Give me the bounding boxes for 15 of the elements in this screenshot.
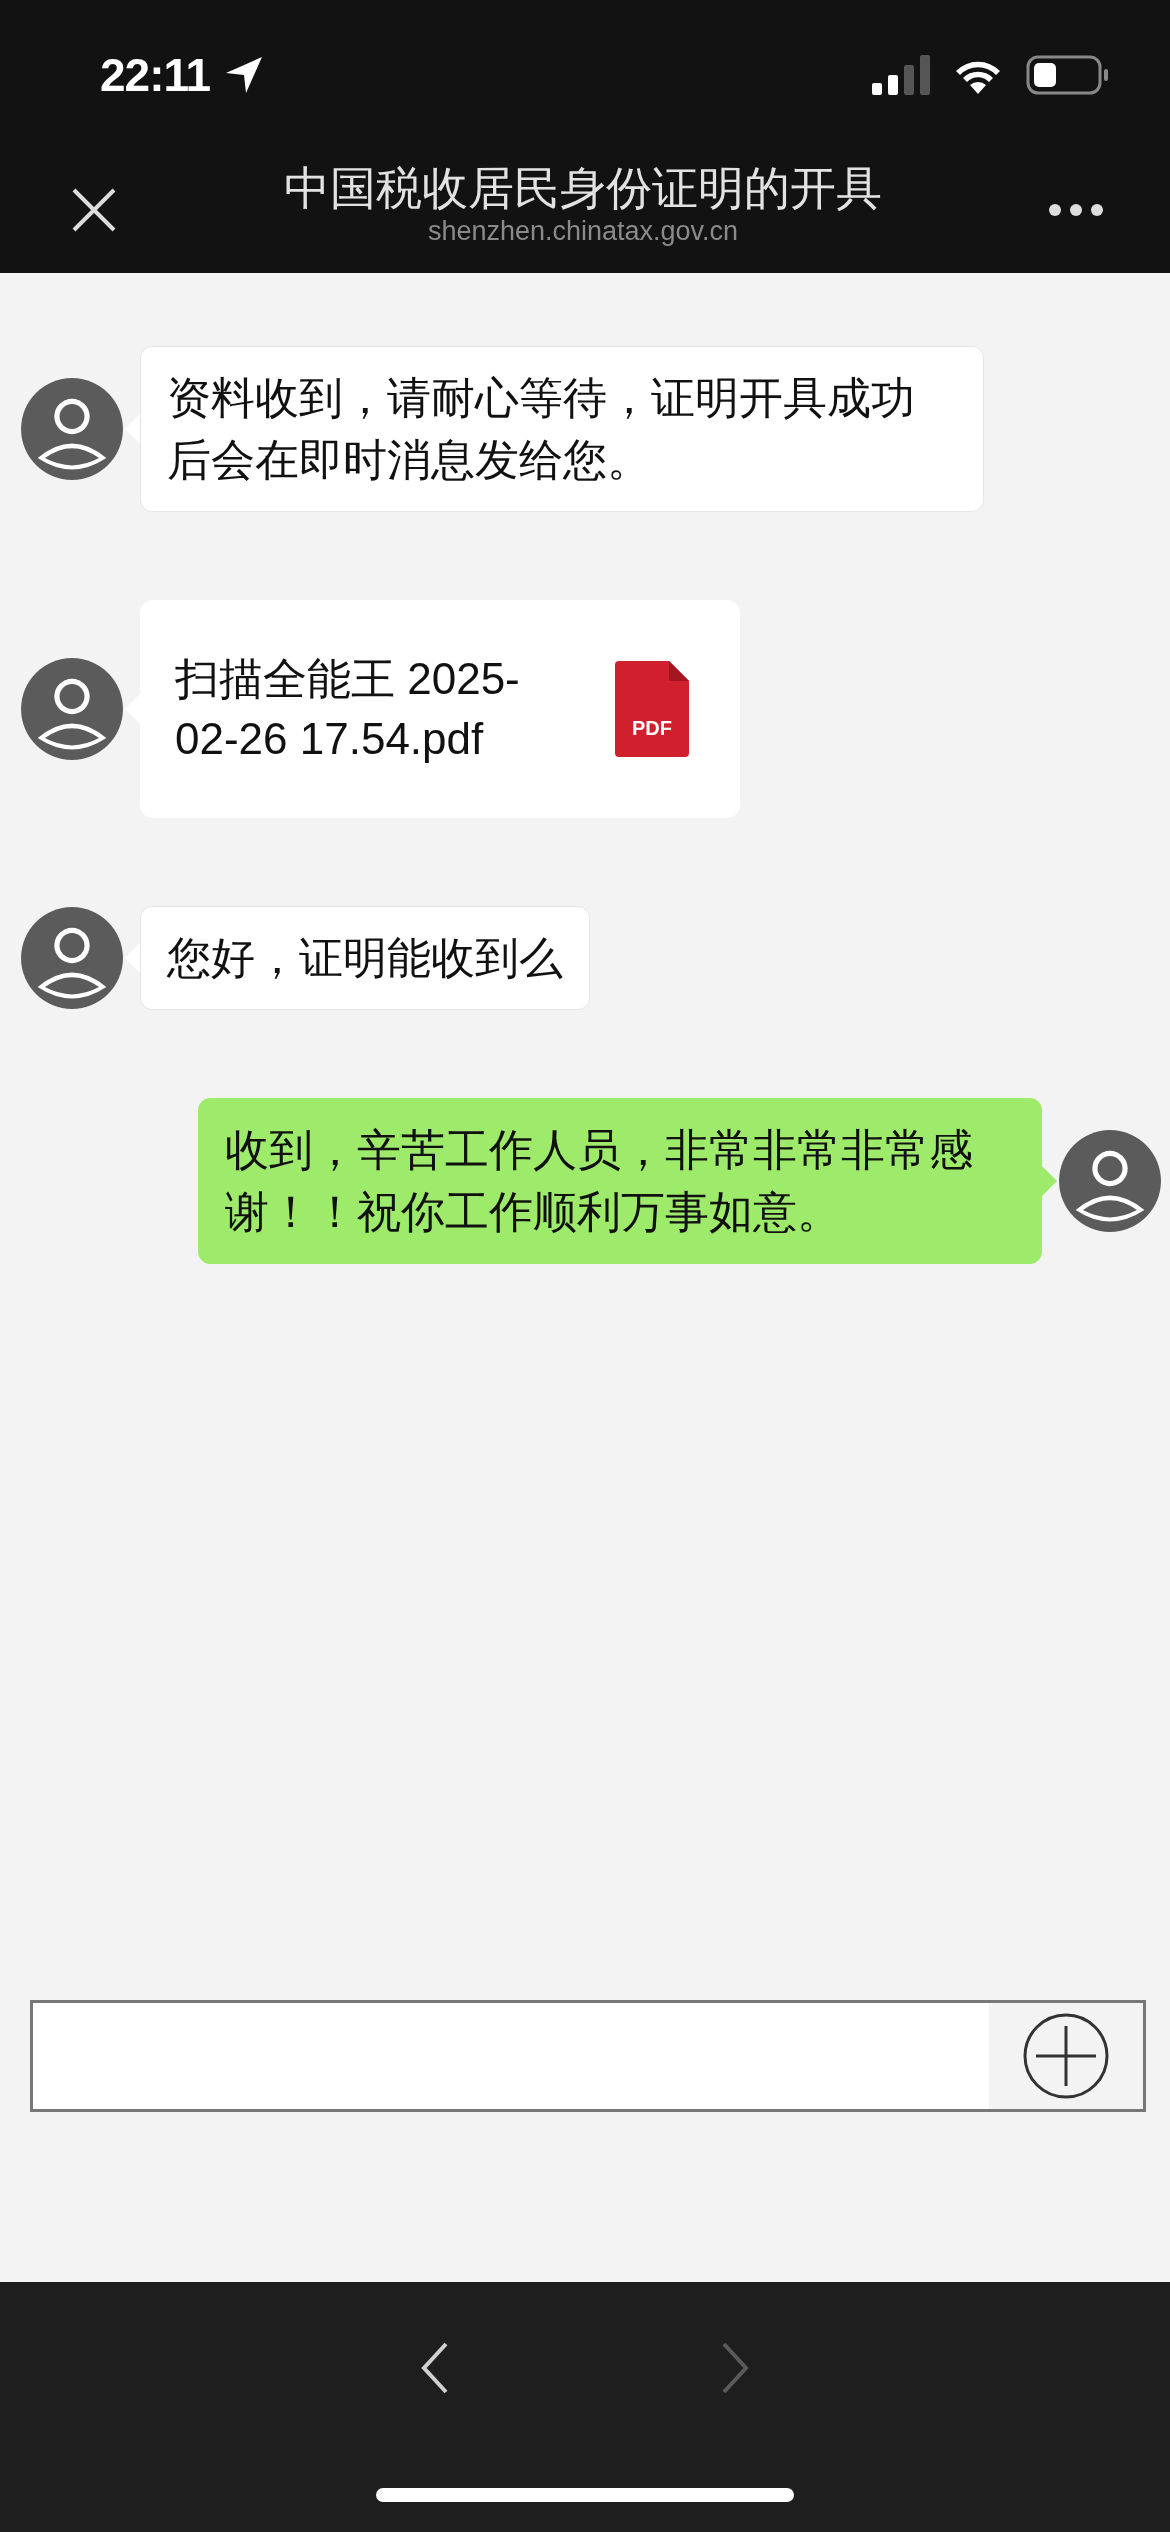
page-title: 中国税收居民身份证明的开具	[284, 160, 882, 216]
avatar-icon	[1058, 1129, 1162, 1233]
add-button[interactable]	[989, 2003, 1143, 2109]
chevron-left-icon[interactable]	[420, 2340, 450, 2396]
pdf-file-icon: PDF	[615, 661, 689, 757]
location-arrow-icon	[224, 55, 265, 95]
status-time: 22:11	[100, 48, 211, 102]
signal-icon	[872, 55, 930, 95]
avatar-icon	[20, 377, 124, 481]
avatar-icon	[20, 906, 124, 1010]
message-input-field[interactable]	[30, 2000, 1146, 2112]
page-url: shenzhen.chinatax.gov.cn	[427, 215, 739, 246]
avatar-icon	[20, 657, 124, 761]
battery-icon	[1026, 55, 1110, 95]
file-name: 扫描全能王 2025-02-26 17.54.pdf	[175, 653, 521, 765]
